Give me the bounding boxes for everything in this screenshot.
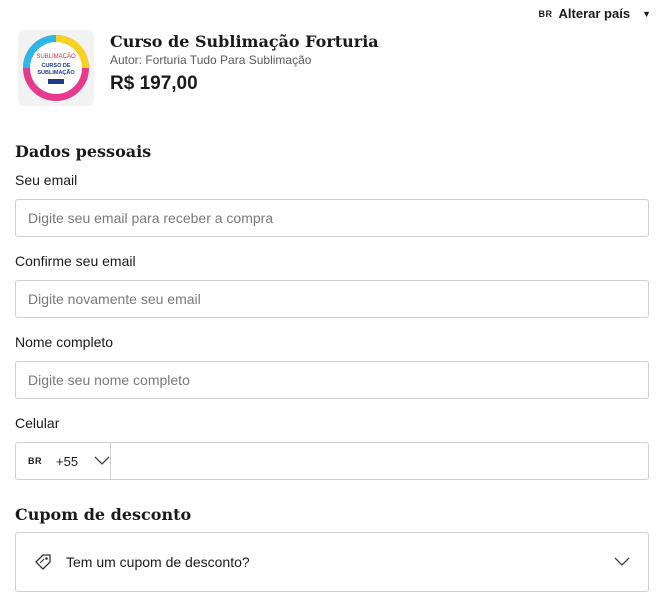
phone-number-field[interactable] bbox=[111, 443, 648, 479]
email-label: Seu email bbox=[15, 172, 78, 188]
phone-field-wrapper: BR +55 bbox=[15, 442, 649, 480]
chevron-down-icon bbox=[94, 456, 110, 466]
email-field-wrapper bbox=[15, 199, 649, 237]
product-summary: SUBLIMAÇÃO CURSO DE SUBLIMAÇÃO Curso de … bbox=[18, 30, 379, 106]
coupon-heading: Cupom de desconto bbox=[15, 505, 192, 524]
coupon-toggle[interactable]: Tem um cupom de desconto? bbox=[15, 532, 649, 592]
tag-icon bbox=[34, 553, 52, 571]
change-country-label: Alterar país bbox=[558, 6, 631, 21]
phone-country-code-select[interactable]: BR +55 bbox=[16, 443, 112, 479]
svg-text:SUBLIMAÇÃO: SUBLIMAÇÃO bbox=[36, 53, 76, 60]
product-price: R$ 197,00 bbox=[110, 73, 198, 94]
caret-down-icon: ▼ bbox=[642, 8, 651, 19]
email-field[interactable] bbox=[16, 200, 648, 236]
country-selector[interactable]: BR Alterar país ▼ bbox=[539, 6, 651, 21]
product-thumbnail: SUBLIMAÇÃO CURSO DE SUBLIMAÇÃO bbox=[18, 30, 94, 106]
chevron-down-icon bbox=[614, 557, 630, 567]
personal-data-heading: Dados pessoais bbox=[15, 142, 152, 161]
country-flag: BR bbox=[538, 8, 553, 19]
confirm-email-field-wrapper bbox=[15, 280, 649, 318]
phone-label: Celular bbox=[15, 415, 60, 431]
svg-text:CURSO DE: CURSO DE bbox=[41, 63, 70, 69]
full-name-field-wrapper bbox=[15, 361, 649, 399]
full-name-label: Nome completo bbox=[15, 334, 114, 350]
course-logo-image: SUBLIMAÇÃO CURSO DE SUBLIMAÇÃO bbox=[23, 35, 89, 101]
confirm-email-field[interactable] bbox=[16, 281, 648, 317]
product-author: Autor: Forturia Tudo Para Sublimação bbox=[110, 53, 312, 67]
coupon-toggle-label: Tem um cupom de desconto? bbox=[66, 554, 250, 570]
confirm-email-label: Confirme seu email bbox=[15, 253, 136, 269]
phone-country-code: +55 bbox=[56, 453, 79, 469]
phone-country-flag: BR bbox=[28, 456, 42, 466]
svg-text:SUBLIMAÇÃO: SUBLIMAÇÃO bbox=[37, 69, 75, 76]
product-title: Curso de Sublimação Forturia bbox=[110, 32, 379, 51]
full-name-field[interactable] bbox=[16, 362, 648, 398]
